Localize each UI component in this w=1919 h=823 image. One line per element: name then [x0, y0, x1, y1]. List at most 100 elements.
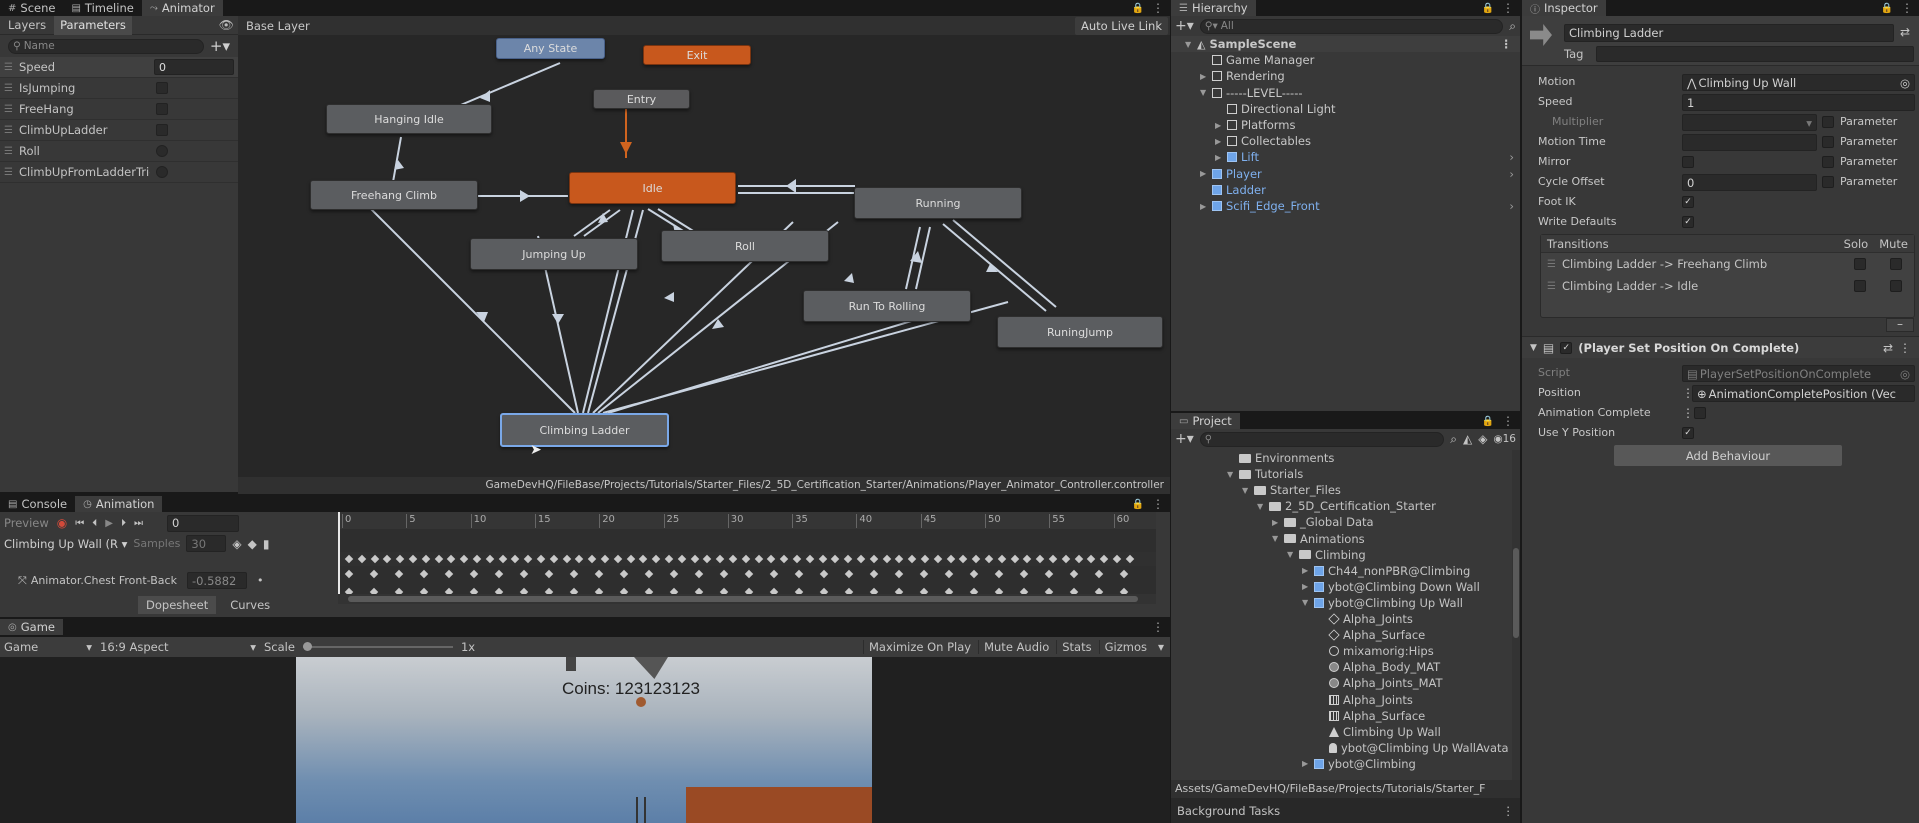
keyframe-diamond-icon[interactable] — [969, 569, 979, 579]
tab-animator[interactable]: ⤳ Animator — [141, 0, 223, 16]
expand-arrow-icon[interactable]: ▶ — [1215, 121, 1223, 130]
keyframe-diamond-icon[interactable] — [523, 554, 533, 564]
keyframe-diamond-icon[interactable] — [594, 569, 604, 579]
parameter-checkbox[interactable] — [1822, 116, 1834, 128]
foldout-icon[interactable]: ▼ — [1530, 343, 1537, 353]
expand-arrow-icon[interactable]: ▼ — [1242, 486, 1250, 495]
game-toolbar-button[interactable]: Maximize On Play — [862, 640, 976, 654]
keyframe-diamond-icon[interactable] — [511, 554, 520, 564]
project-item[interactable]: ▶ ybot@Climbing Down Wall — [1171, 579, 1511, 595]
more-menu-icon[interactable]: ⋮ — [1502, 414, 1514, 428]
keyframe-diamond-icon[interactable] — [459, 554, 469, 564]
keyframe-diamond-icon[interactable] — [907, 554, 917, 564]
drag-handle-icon[interactable]: ☰ — [4, 146, 13, 157]
keyframe-diamond-icon[interactable] — [1044, 569, 1054, 579]
position-field[interactable]: ⊕ AnimationCompletePosition (Vec — [1692, 385, 1915, 402]
keyframe-diamond-icon[interactable] — [536, 554, 546, 564]
keyframe-diamond-icon[interactable] — [587, 554, 597, 564]
keyframe-diamond-icon[interactable] — [619, 569, 629, 579]
project-item[interactable]: Alpha_Joints — [1171, 611, 1511, 627]
background-tasks-label[interactable]: Background Tasks — [1177, 804, 1280, 818]
hierarchy-item[interactable]: ▶ Lift › — [1171, 149, 1520, 165]
hierarchy-item[interactable]: ▼ ◭ SampleScene ⋮ — [1171, 36, 1520, 52]
keyframe-diamond-icon[interactable] — [997, 554, 1007, 564]
animation-complete-checkbox[interactable] — [1694, 407, 1706, 419]
hierarchy-item[interactable]: Game Manager — [1171, 52, 1520, 68]
hierarchy-item[interactable]: ▼ -----LEVEL----- — [1171, 85, 1520, 101]
project-item[interactable]: ▶ ybot@Climbing — [1171, 756, 1511, 772]
lock-icon[interactable]: 🔒 — [1132, 3, 1144, 14]
param-row[interactable]: ☰ ClimbUpLadder — [0, 120, 238, 141]
state-roll[interactable]: Roll — [661, 230, 829, 262]
game-render[interactable]: Coins: 123123123 — [296, 657, 872, 823]
add-param-button[interactable]: +▾ — [210, 37, 230, 55]
keyframe-diamond-icon[interactable] — [600, 554, 610, 564]
expand-arrow-icon[interactable]: ▶ — [1200, 202, 1208, 211]
speed-field[interactable]: 1 — [1682, 94, 1915, 111]
keyframe-diamond-icon[interactable] — [971, 554, 981, 564]
playhead[interactable] — [338, 512, 340, 604]
create-asset-button[interactable]: +▾ — [1175, 431, 1194, 447]
first-frame-icon[interactable]: ⏮ — [75, 518, 84, 529]
tab-game[interactable]: ◎ Game — [0, 619, 63, 635]
more-menu-icon[interactable]: ⋮ — [1899, 341, 1911, 355]
keyframe-diamond-icon[interactable] — [472, 554, 482, 564]
keyframe-diamond-icon[interactable] — [395, 554, 405, 564]
project-item[interactable]: Alpha_Surface — [1171, 627, 1511, 643]
keyframe-diamond-icon[interactable] — [919, 569, 929, 579]
keyframe-diamond-icon[interactable] — [664, 554, 674, 564]
keyframe-diamond-icon[interactable] — [1094, 569, 1104, 579]
eye-icon[interactable]: 👁 — [219, 18, 234, 32]
param-name[interactable]: ClimbUpFromLadderTrigg — [19, 165, 150, 179]
keyframe-diamond-icon[interactable] — [944, 569, 954, 579]
more-menu-icon[interactable]: ⋮ — [1901, 1, 1913, 15]
keyframe-diamond-icon[interactable] — [421, 554, 431, 564]
project-item[interactable]: Alpha_Surface — [1171, 708, 1511, 724]
transition-item[interactable]: ☰ Climbing Ladder -> Idle — [1541, 275, 1914, 297]
add-object-button[interactable]: +▾ — [1175, 18, 1194, 34]
settings-icon[interactable]: ⇄ — [1883, 341, 1893, 355]
parameter-checkbox[interactable] — [1822, 176, 1834, 188]
solo-checkbox[interactable] — [1854, 258, 1866, 270]
use-y-position-checkbox[interactable]: ✓ — [1682, 427, 1694, 439]
param-trigger-radio[interactable] — [156, 145, 168, 157]
keyframe-diamond-icon[interactable] — [1048, 554, 1058, 564]
param-row[interactable]: ☰ Roll — [0, 141, 238, 162]
keyframe-diamond-icon[interactable] — [1023, 554, 1032, 564]
keyframe-diamond-icon[interactable] — [644, 569, 654, 579]
expand-arrow-icon[interactable]: ▶ — [1302, 582, 1310, 591]
expand-arrow-icon[interactable]: ▼ — [1272, 534, 1280, 543]
keyframe-diamond-icon[interactable] — [767, 554, 776, 564]
filter-icon[interactable]: ◭ — [1463, 432, 1472, 446]
state-hanging-idle[interactable]: Hanging Idle — [326, 104, 492, 134]
last-frame-icon[interactable]: ⏭ — [134, 518, 143, 529]
clip-dropdown[interactable]: Climbing Up Wall (R ▾ — [4, 537, 127, 551]
game-toolbar-button[interactable]: Stats — [1056, 640, 1096, 654]
keyframe-diamond-icon[interactable] — [946, 554, 955, 564]
play-icon[interactable]: ▶ — [105, 518, 113, 529]
expand-arrow-icon[interactable]: ▶ — [1215, 153, 1223, 162]
keyframe-diamond-icon[interactable] — [1099, 554, 1109, 564]
hierarchy-item[interactable]: Ladder — [1171, 182, 1520, 198]
expand-arrow-icon[interactable]: ▶ — [1200, 72, 1208, 81]
keyframe-diamond-icon[interactable] — [819, 569, 829, 579]
keyframe-diamond-icon[interactable] — [715, 554, 725, 564]
project-search[interactable]: ⚲ — [1199, 431, 1445, 447]
scroll-thumb[interactable] — [1513, 548, 1519, 638]
mute-checkbox[interactable] — [1890, 258, 1902, 270]
state-any-state[interactable]: Any State — [496, 38, 605, 59]
param-name[interactable]: Roll — [19, 144, 150, 158]
keyframe-diamond-icon[interactable] — [1119, 569, 1129, 579]
keyframe-diamond-icon[interactable] — [843, 554, 853, 564]
game-toolbar-button[interactable]: Mute Audio — [978, 640, 1054, 654]
tab-parameters[interactable]: Parameters — [54, 15, 132, 35]
param-bool-checkbox[interactable] — [156, 82, 168, 94]
hierarchy-item[interactable]: ▶ Rendering — [1171, 68, 1520, 84]
keyframe-diamond-icon[interactable] — [869, 569, 879, 579]
tab-inspector[interactable]: ⓘ Inspector — [1522, 0, 1606, 16]
game-toolbar-button[interactable]: Gizmos — [1098, 640, 1152, 654]
expand-arrow-icon[interactable]: ▶ — [1272, 518, 1280, 527]
display-dropdown[interactable]: Game ▾ — [4, 640, 92, 654]
keyframe-diamond-icon[interactable] — [498, 554, 507, 564]
project-item[interactable]: ▶ Ch44_nonPBR@Climbing — [1171, 563, 1511, 579]
